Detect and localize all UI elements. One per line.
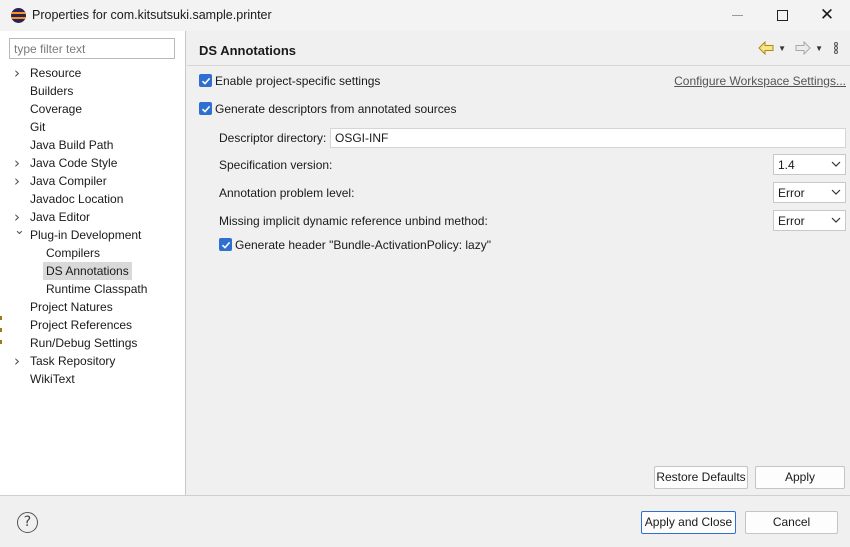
check-icon [201,105,210,113]
tree-item-label: Java Build Path [30,138,114,152]
tree-item-label: Run/Debug Settings [30,336,138,350]
close-button[interactable]: ✕ [804,0,850,31]
tree-item-javadoc-location[interactable]: Javadoc Location [0,190,186,208]
filter-input[interactable] [9,38,175,59]
tree-item-label: Javadoc Location [30,192,124,206]
page-navigation: ▼ ▼ [758,41,840,55]
spec-version-value: 1.4 [778,158,795,172]
back-dropdown-icon[interactable]: ▼ [778,44,786,53]
tree-item-label: WikiText [30,372,75,386]
maximize-button[interactable] [759,0,805,31]
chevron-down-icon[interactable] [14,226,24,245]
tree-item-java-code-style[interactable]: Java Code Style [0,154,186,172]
sidebar: Resource Builders Coverage Git Java Buil… [0,31,186,495]
tree-item-label: Java Editor [30,210,91,224]
check-icon [201,77,210,85]
chevron-down-icon [831,189,841,195]
apply-and-close-button[interactable]: Apply and Close [641,511,736,534]
eclipse-icon [11,8,26,23]
preference-tree: Resource Builders Coverage Git Java Buil… [0,64,186,388]
minimize-button[interactable] [714,0,760,31]
view-menu-icon[interactable] [832,41,840,55]
tree-item-label: Builders [30,84,74,98]
unbind-method-select[interactable]: Error [773,210,846,231]
forward-arrow-icon[interactable] [795,41,811,55]
tree-item-label: Project References [30,318,133,332]
enable-project-settings-checkbox[interactable] [199,74,212,87]
page-title: DS Annotations [199,43,297,58]
apply-button[interactable]: Apply [755,466,845,489]
tree-item-resource[interactable]: Resource [0,64,186,82]
tree-item-label: Runtime Classpath [46,282,148,296]
tree-item-java-build-path[interactable]: Java Build Path [0,136,186,154]
tree-item-java-editor[interactable]: Java Editor [0,208,186,226]
forward-dropdown-icon[interactable]: ▼ [815,44,823,53]
tree-item-compilers[interactable]: Compilers [0,244,186,262]
configure-workspace-link[interactable]: Configure Workspace Settings... [674,74,846,88]
minimize-icon [731,15,743,16]
tree-item-runtime-classpath[interactable]: Runtime Classpath [0,280,186,298]
tree-item-label: Plug-in Development [30,228,142,242]
tree-item-project-references[interactable]: Project References [0,316,186,334]
help-icon[interactable]: ? [17,512,38,533]
tree-item-project-natures[interactable]: Project Natures [0,298,186,316]
tree-item-git[interactable]: Git [0,118,186,136]
chevron-down-icon [831,161,841,167]
tree-item-plugin-development[interactable]: Plug-in Development [0,226,186,244]
problem-level-value: Error [778,186,805,200]
spec-version-label: Specification version: [219,158,333,172]
sash-handle[interactable] [0,316,3,346]
check-icon [221,241,230,249]
tree-item-ds-annotations[interactable]: DS Annotations [0,262,186,280]
problem-level-select[interactable]: Error [773,182,846,203]
generate-header-label[interactable]: Generate header "Bundle-ActivationPolicy… [235,238,491,252]
tree-item-run-debug-settings[interactable]: Run/Debug Settings [0,334,186,352]
tree-item-task-repository[interactable]: Task Repository [0,352,186,370]
preference-page: DS Annotations ▼ ▼ Enable project-specif… [187,31,850,495]
tree-item-coverage[interactable]: Coverage [0,100,186,118]
generate-descriptors-label[interactable]: Generate descriptors from annotated sour… [215,102,456,116]
tree-item-label: Git [30,120,46,134]
unbind-method-label: Missing implicit dynamic reference unbin… [219,214,488,228]
dialog-footer: ? Apply and Close Cancel [0,496,850,547]
tree-item-label: Compilers [46,246,101,260]
enable-project-settings-label[interactable]: Enable project-specific settings [215,74,380,88]
descriptor-directory-field[interactable]: OSGI-INF [330,128,846,148]
window-title: Properties for com.kitsutsuki.sample.pri… [32,8,272,22]
title-bar: Properties for com.kitsutsuki.sample.pri… [0,0,850,31]
close-icon: ✕ [819,5,835,25]
tree-item-label: Coverage [30,102,83,116]
problem-level-label: Annotation problem level: [219,186,355,200]
tree-item-label: DS Annotations [43,262,132,280]
tree-item-builders[interactable]: Builders [0,82,186,100]
header-divider [187,65,850,66]
tree-item-wikitext[interactable]: WikiText [0,370,186,388]
back-arrow-icon[interactable] [758,41,774,55]
tree-item-label: Java Code Style [30,156,118,170]
tree-item-label: Java Compiler [30,174,107,188]
unbind-method-value: Error [778,214,805,228]
tree-item-label: Project Natures [30,300,113,314]
tree-item-label: Resource [30,66,82,80]
cancel-button[interactable]: Cancel [745,511,838,534]
spec-version-select[interactable]: 1.4 [773,154,846,175]
tree-item-label: Task Repository [30,354,116,368]
generate-header-checkbox[interactable] [219,238,232,251]
restore-defaults-button[interactable]: Restore Defaults [654,466,748,489]
maximize-icon [776,10,788,21]
generate-descriptors-checkbox[interactable] [199,102,212,115]
descriptor-directory-label: Descriptor directory: [219,131,327,145]
tree-item-java-compiler[interactable]: Java Compiler [0,172,186,190]
chevron-down-icon [831,217,841,223]
